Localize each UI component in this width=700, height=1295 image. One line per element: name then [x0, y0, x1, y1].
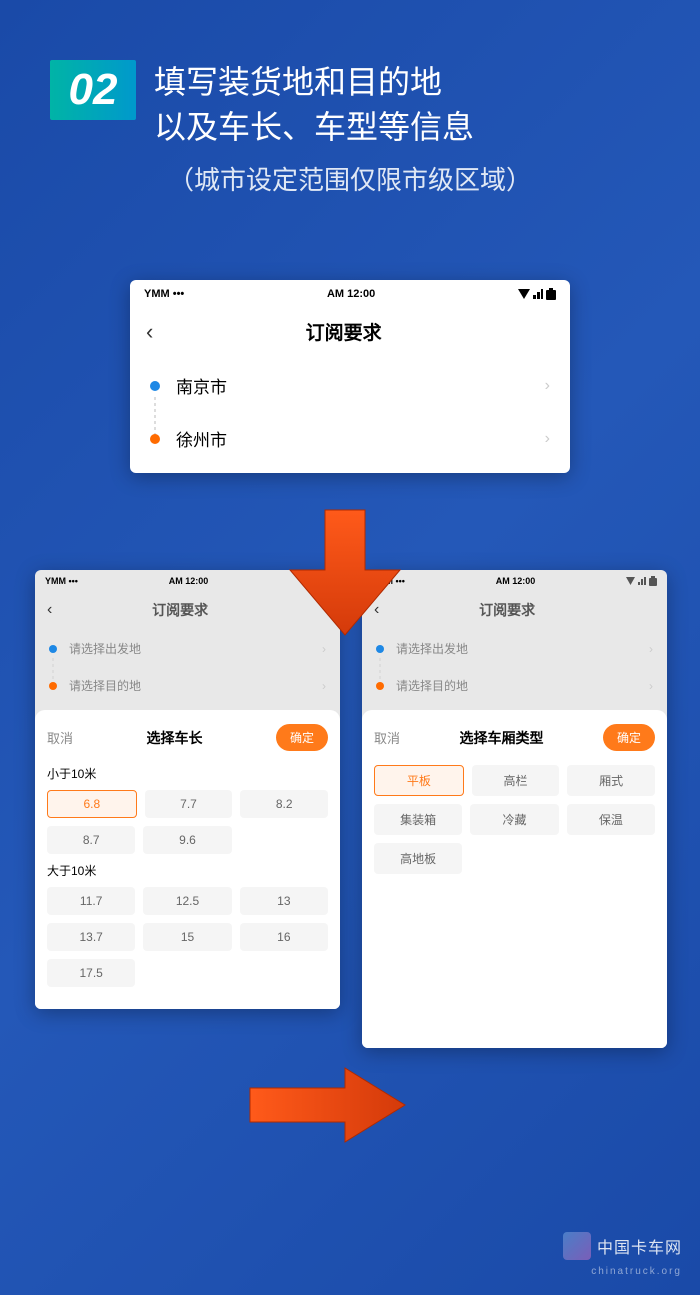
cancel-button[interactable]: 取消	[47, 728, 73, 747]
confirm-button[interactable]: 确定	[276, 724, 328, 751]
dest-dot-icon	[150, 434, 160, 444]
chip-row: 8.7 9.6	[47, 826, 328, 854]
watermark-text: 中国卡车网	[597, 1234, 682, 1258]
chevron-right-icon: ›	[322, 642, 326, 656]
signal-icon	[638, 577, 646, 585]
step-title-line2: 以及车长、车型等信息	[154, 105, 474, 150]
sheet-title: 选择车厢类型	[460, 728, 544, 748]
length-chip-7-7[interactable]: 7.7	[145, 790, 233, 818]
signal-icon	[533, 289, 543, 299]
dest-dot-icon	[49, 682, 57, 690]
type-chip-van[interactable]: 厢式	[567, 765, 655, 796]
length-chip-16[interactable]: 16	[240, 923, 328, 951]
chip-row: 13.7 15 16	[47, 923, 328, 951]
chip-empty	[567, 843, 655, 874]
type-chip-highfloor[interactable]: 高地板	[374, 843, 462, 874]
status-icons	[626, 576, 657, 586]
dest-dot-icon	[376, 682, 384, 690]
chevron-right-icon: ›	[322, 679, 326, 693]
screenshot-top: YMM ••• AM 12:00 ‹ 订阅要求 南京市 › 徐州市 ›	[130, 280, 570, 473]
chevron-right-icon: ›	[545, 377, 550, 395]
step-title: 填写装货地和目的地 以及车长、车型等信息	[154, 60, 474, 150]
time-label: AM 12:00	[496, 576, 536, 586]
status-bar: YMM ••• AM 12:00	[130, 280, 570, 308]
status-icons	[518, 288, 556, 300]
watermark: 中国卡车网 chinatruck.org	[563, 1232, 682, 1277]
chip-row: 平板 高栏 厢式	[374, 765, 655, 796]
type-chip-refrigerated[interactable]: 冷藏	[470, 804, 558, 835]
length-chip-17-5[interactable]: 17.5	[47, 959, 135, 987]
sheet-header: 取消 选择车长 确定	[47, 724, 328, 751]
chevron-right-icon: ›	[545, 430, 550, 448]
origin-text: 南京市	[176, 373, 545, 398]
length-chip-13[interactable]: 13	[240, 887, 328, 915]
origin-dot-icon	[49, 645, 57, 653]
nav-title: 订阅要求	[133, 318, 554, 345]
step-number-badge: 02	[50, 60, 136, 120]
origin-placeholder: 请选择出发地	[396, 640, 649, 657]
confirm-button[interactable]: 确定	[603, 724, 655, 751]
section-under-10m: 小于10米	[47, 765, 328, 782]
wifi-icon	[626, 577, 635, 585]
chip-row: 17.5	[47, 959, 328, 987]
screenshot-right: YMM ••• AM 12:00 ‹ 订阅要求 请选择出发地 › 请选择目的地 …	[362, 570, 667, 1048]
length-chip-8-2[interactable]: 8.2	[240, 790, 328, 818]
dest-placeholder: 请选择目的地	[396, 677, 649, 694]
cancel-button[interactable]: 取消	[374, 728, 400, 747]
chip-row: 集装箱 冷藏 保温	[374, 804, 655, 835]
chip-empty	[470, 843, 558, 874]
battery-icon	[649, 576, 657, 586]
battery-icon	[546, 288, 556, 300]
type-chip-insulated[interactable]: 保温	[567, 804, 655, 835]
type-chip-flatbed[interactable]: 平板	[374, 765, 464, 796]
length-chip-12-5[interactable]: 12.5	[143, 887, 231, 915]
chevron-right-icon: ›	[649, 642, 653, 656]
length-sheet: 取消 选择车长 确定 小于10米 6.8 7.7 8.2 8.7 9.6 大于1…	[35, 710, 340, 1009]
carrier-label: YMM •••	[144, 288, 184, 300]
wifi-icon	[518, 289, 530, 299]
time-label: AM 12:00	[327, 288, 375, 300]
nav-bar: ‹ 订阅要求	[130, 308, 570, 359]
arrow-right-icon	[240, 1060, 410, 1150]
chip-empty	[143, 959, 231, 987]
step-header: 02 填写装货地和目的地 以及车长、车型等信息	[0, 0, 700, 160]
type-chip-container[interactable]: 集装箱	[374, 804, 462, 835]
dest-text: 徐州市	[176, 426, 545, 451]
carrier-label: YMM •••	[45, 576, 78, 586]
time-label: AM 12:00	[169, 576, 209, 586]
watermark-url: chinatruck.org	[591, 1266, 682, 1277]
destination-row[interactable]: 请选择目的地 ›	[35, 667, 340, 704]
destination-row[interactable]: 徐州市 ›	[130, 412, 570, 473]
origin-row[interactable]: 南京市 ›	[130, 359, 570, 412]
type-sheet: 取消 选择车厢类型 确定 平板 高栏 厢式 集装箱 冷藏 保温 高地板	[362, 710, 667, 1048]
length-chip-6-8[interactable]: 6.8	[47, 790, 137, 818]
chip-row: 高地板	[374, 843, 655, 874]
chip-row: 6.8 7.7 8.2	[47, 790, 328, 818]
sheet-header: 取消 选择车厢类型 确定	[374, 724, 655, 751]
chevron-right-icon: ›	[649, 679, 653, 693]
length-chip-9-6[interactable]: 9.6	[143, 826, 231, 854]
length-chip-11-7[interactable]: 11.7	[47, 887, 135, 915]
destination-row[interactable]: 请选择目的地 ›	[362, 667, 667, 704]
dest-placeholder: 请选择目的地	[69, 677, 322, 694]
length-chip-15[interactable]: 15	[143, 923, 231, 951]
step-subtitle: （城市设定范围仅限市级区域）	[0, 160, 700, 222]
type-chip-highfence[interactable]: 高栏	[472, 765, 560, 796]
length-chip-8-7[interactable]: 8.7	[47, 826, 135, 854]
chip-empty	[240, 826, 328, 854]
origin-dot-icon	[150, 381, 160, 391]
section-over-10m: 大于10米	[47, 862, 328, 879]
origin-placeholder: 请选择出发地	[69, 640, 322, 657]
watermark-logo-icon	[563, 1232, 591, 1260]
length-chip-13-7[interactable]: 13.7	[47, 923, 135, 951]
chip-empty	[240, 959, 328, 987]
sheet-title: 选择车长	[147, 728, 203, 748]
origin-dot-icon	[376, 645, 384, 653]
arrow-down-icon	[275, 500, 415, 640]
chip-row: 11.7 12.5 13	[47, 887, 328, 915]
step-title-line1: 填写装货地和目的地	[154, 60, 474, 105]
